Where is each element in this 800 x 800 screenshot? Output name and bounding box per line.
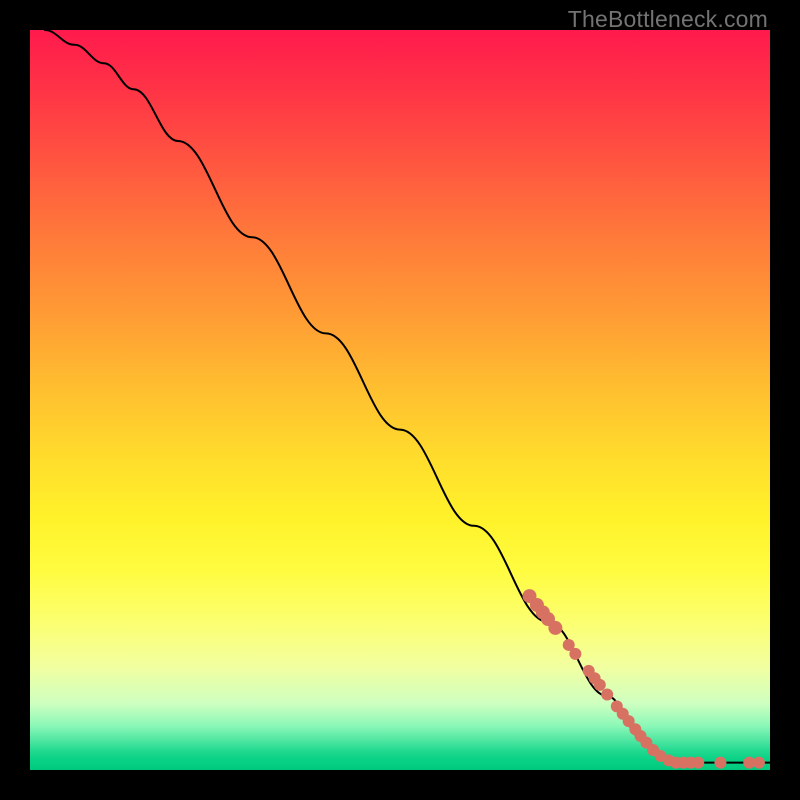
chart-overlay — [30, 30, 770, 770]
data-marker — [753, 757, 765, 769]
plot-area — [30, 30, 770, 770]
data-marker — [692, 757, 704, 769]
bottleneck-curve — [45, 30, 770, 763]
data-marker — [714, 757, 726, 769]
chart-frame: TheBottleneck.com — [0, 0, 800, 800]
marker-group — [523, 589, 765, 769]
data-marker — [594, 679, 606, 691]
data-marker — [548, 621, 562, 635]
data-marker — [601, 689, 613, 701]
data-marker — [569, 648, 581, 660]
attribution-text: TheBottleneck.com — [568, 6, 768, 33]
